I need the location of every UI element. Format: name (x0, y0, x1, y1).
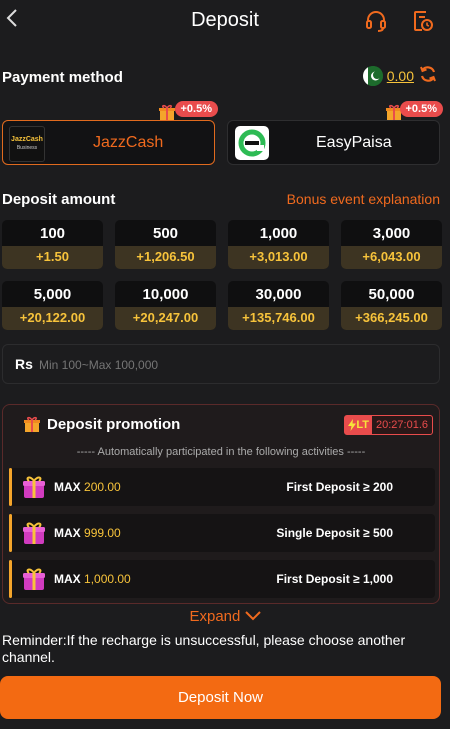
max-reward: MAX 1,000.00 (54, 572, 131, 586)
amount-bonus: +135,746.00 (228, 307, 329, 330)
promotion-condition: First Deposit ≥ 200 (286, 480, 393, 494)
gift-box-icon (21, 474, 47, 500)
bonus-badge: +0.5% (174, 101, 218, 117)
payment-method-title: Payment method (2, 69, 123, 86)
payment-option-label: EasyPaisa (316, 133, 392, 151)
amount-option[interactable]: 5,000 +20,122.00 (2, 281, 103, 330)
record-clock-icon[interactable] (411, 9, 435, 33)
expand-button[interactable]: Expand (0, 608, 450, 625)
amount-option[interactable]: 30,000 +135,746.00 (228, 281, 329, 330)
amount-option[interactable]: 500 +1,206.50 (115, 220, 216, 269)
amount-bonus: +1,206.50 (115, 246, 216, 269)
payment-option-jazzcash[interactable]: JazzCash Business JazzCash +0.5% (2, 101, 218, 165)
countdown-timer: 20:27:01.6 (376, 419, 428, 431)
balance: 0.00 (362, 64, 438, 89)
gift-icon (158, 103, 176, 121)
promotion-subtitle: ----- Automatically participated in the … (76, 446, 366, 458)
amount-bonus: +20,122.00 (2, 307, 103, 330)
accent-bar (9, 468, 12, 506)
payment-option-easypaisa[interactable]: EasyPaisa +0.5% (227, 101, 443, 165)
bonus-badge: +0.5% (399, 101, 443, 117)
reminder-text: Reminder:If the recharge is unsuccessful… (2, 632, 406, 665)
amount-value: 30,000 (255, 286, 302, 303)
lt-label: LT (345, 416, 372, 434)
amount-value: 10,000 (142, 286, 189, 303)
max-reward: MAX 999.00 (54, 526, 121, 540)
amount-value: 50,000 (368, 286, 415, 303)
amount-bonus: +3,013.00 (228, 246, 329, 269)
currency-label: Rs (15, 356, 33, 372)
gift-box-icon (21, 566, 47, 592)
amount-option[interactable]: 100 +1.50 (2, 220, 103, 269)
chevron-down-icon (244, 611, 261, 621)
promotion-title: Deposit promotion (47, 416, 181, 433)
amount-option[interactable]: 3,000 +6,043.00 (341, 220, 442, 269)
promotion-condition: First Deposit ≥ 1,000 (276, 572, 393, 586)
amount-option[interactable]: 10,000 +20,247.00 (115, 281, 216, 330)
headset-icon[interactable] (364, 9, 388, 33)
pakistan-flag-icon (362, 66, 383, 86)
amount-value: 5,000 (33, 286, 72, 303)
amount-bonus: +1.50 (2, 246, 103, 269)
promotion-item: MAX 1,000.00 First Deposit ≥ 1,000 (9, 560, 435, 598)
header: Deposit (0, 0, 450, 40)
jazzcash-logo: JazzCash Business (9, 126, 45, 162)
deposit-amount-title: Deposit amount (2, 191, 116, 208)
amount-value: 500 (152, 225, 179, 242)
balance-amount: 0.00 (386, 68, 414, 84)
amount-bonus: +6,043.00 (341, 246, 442, 269)
amount-value: 3,000 (372, 225, 411, 242)
timer-badge: LT 20:27:01.6 (344, 415, 433, 435)
amount-option[interactable]: 1,000 +3,013.00 (228, 220, 329, 269)
deposit-now-button[interactable]: Deposit Now (0, 676, 441, 719)
gift-icon (23, 415, 41, 433)
gift-box-icon (21, 520, 47, 546)
amount-input[interactable] (37, 353, 421, 377)
lightning-icon (348, 419, 357, 431)
payment-option-label: JazzCash (93, 133, 164, 151)
amount-input-box: Rs (2, 344, 440, 384)
amount-bonus: +20,247.00 (115, 307, 216, 330)
accent-bar (9, 514, 12, 552)
amount-bonus: +366,245.00 (341, 307, 442, 330)
promotion-condition: Single Deposit ≥ 500 (276, 526, 393, 540)
amount-option[interactable]: 50,000 +366,245.00 (341, 281, 442, 330)
max-reward: MAX 200.00 (54, 480, 121, 494)
accent-bar (9, 560, 12, 598)
easypaisa-logo (235, 126, 269, 160)
refresh-icon[interactable] (418, 64, 438, 89)
promotion-item: MAX 999.00 Single Deposit ≥ 500 (9, 514, 435, 552)
amount-value: 100 (39, 225, 66, 242)
amount-value: 1,000 (259, 225, 298, 242)
bonus-explanation-link[interactable]: Bonus event explanation (287, 191, 440, 207)
deposit-promotion-panel: Deposit promotion LT 20:27:01.6 ----- Au… (2, 404, 440, 604)
promotion-item: MAX 200.00 First Deposit ≥ 200 (9, 468, 435, 506)
